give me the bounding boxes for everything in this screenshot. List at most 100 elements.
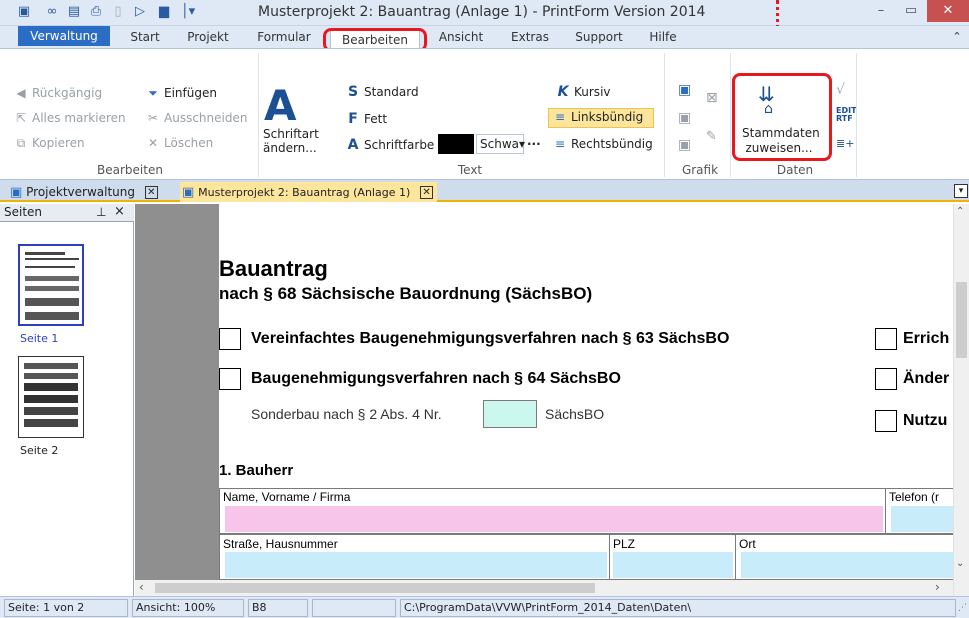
align-right-button[interactable]: ≡ Rechtsbündig bbox=[553, 137, 653, 151]
bold-button[interactable]: F Fett bbox=[346, 111, 387, 127]
saechsbo-label: SächsBO bbox=[545, 406, 605, 422]
title-bar: ▣ ∞ ▤ ⎙ ▯ ▷ ▆ │▾ Musterprojekt 2: Bauant… bbox=[0, 0, 969, 26]
tab-support[interactable]: Support bbox=[568, 26, 630, 48]
copy-button[interactable]: ⧉ Kopieren bbox=[14, 136, 85, 151]
image-icon[interactable]: ▣ bbox=[678, 82, 691, 98]
tab-start[interactable]: Start bbox=[120, 26, 170, 48]
collapse-ribbon-icon[interactable]: ⌃ bbox=[948, 26, 966, 48]
align-left-button[interactable]: ≡ Linksbündig bbox=[553, 110, 643, 124]
ort-input[interactable] bbox=[741, 552, 953, 578]
scroll-down-icon[interactable]: ⌄ bbox=[956, 558, 964, 569]
close-icon[interactable]: ✕ bbox=[927, 0, 969, 22]
street-input[interactable] bbox=[225, 552, 607, 578]
italic-button[interactable]: K Kursiv bbox=[556, 84, 611, 100]
group-label-daten: Daten bbox=[776, 163, 814, 177]
page-label-2[interactable]: Seite 2 bbox=[20, 444, 58, 457]
option-vereinfachtes-verfahren: Vereinfachtes Baugenehmigungsverfahren n… bbox=[251, 330, 730, 347]
checkbox-vereinfachtes-verfahren[interactable] bbox=[219, 328, 241, 350]
form-sheet: Bauantrag nach § 68 Sächsische Bauordnun… bbox=[219, 204, 953, 596]
group-label-text: Text bbox=[457, 163, 483, 177]
resize-grip-icon[interactable]: ⋰ bbox=[958, 603, 967, 613]
checkbox-baugenehmigungsverfahren[interactable] bbox=[219, 368, 241, 390]
vertical-scrollbar[interactable]: ⌃ ⌄ bbox=[953, 204, 969, 596]
plz-input[interactable] bbox=[613, 552, 733, 578]
close-tab-icon[interactable]: ✕ bbox=[144, 186, 158, 199]
group-label-bearbeiten: Bearbeiten bbox=[97, 163, 163, 177]
pages-panel-title: Seiten bbox=[4, 205, 43, 219]
tab-list-dropdown-icon[interactable]: ▾ bbox=[954, 184, 968, 198]
page-thumbnail-1[interactable] bbox=[18, 244, 84, 326]
pin-panel-icon[interactable]: ⊥ bbox=[96, 205, 106, 219]
data-field-icon[interactable]: ≣+ bbox=[836, 137, 854, 150]
phone-input[interactable] bbox=[891, 506, 953, 532]
page-label-1[interactable]: Seite 1 bbox=[20, 332, 58, 345]
tab-hilfe[interactable]: Hilfe bbox=[640, 26, 686, 48]
tab-extras[interactable]: Extras bbox=[502, 26, 558, 48]
close-panel-icon[interactable]: × bbox=[114, 204, 125, 219]
customize-toolbar-icon[interactable]: │▾ bbox=[178, 4, 198, 20]
share-icon[interactable]: ∞ bbox=[44, 4, 60, 20]
scroll-right-icon[interactable]: › bbox=[935, 580, 940, 594]
group-separator bbox=[664, 53, 665, 177]
tab-projekt[interactable]: Projekt bbox=[178, 26, 238, 48]
cut-button[interactable]: ✂ Ausschneiden bbox=[146, 111, 247, 125]
screen-icon[interactable]: ▆ bbox=[156, 4, 172, 20]
image-frame-icon[interactable]: ▣ bbox=[678, 137, 691, 153]
project-icon: ▣ bbox=[10, 185, 23, 200]
checkbox-nutzungsaenderung[interactable] bbox=[875, 410, 897, 432]
tab-ansicht[interactable]: Ansicht bbox=[428, 26, 494, 48]
color-swatch[interactable] bbox=[438, 134, 474, 154]
horizontal-scrollbar[interactable]: ‹ › bbox=[135, 580, 953, 596]
group-separator bbox=[258, 53, 259, 177]
delete-button[interactable]: ✕ Löschen bbox=[146, 136, 213, 150]
tab-formular[interactable]: Formular bbox=[248, 26, 320, 48]
vertical-scroll-thumb[interactable] bbox=[956, 282, 967, 358]
thumb-line bbox=[24, 395, 78, 403]
font-color-select[interactable]: Schwa▾ bbox=[476, 134, 525, 154]
thumb-line bbox=[24, 407, 78, 415]
paste-button[interactable]: ⏷ Einfügen bbox=[146, 86, 217, 101]
maximize-icon[interactable]: ▭ bbox=[896, 0, 926, 22]
name-input[interactable] bbox=[225, 506, 883, 532]
scissors-icon: ✂ bbox=[147, 111, 159, 125]
pin-icon[interactable]: ✎ bbox=[706, 129, 717, 144]
standard-button[interactable]: S Standard bbox=[346, 84, 419, 100]
minimize-icon[interactable]: – bbox=[866, 0, 896, 22]
save-icon[interactable]: ▤ bbox=[66, 4, 82, 20]
thumb-line bbox=[25, 312, 79, 320]
horizontal-scroll-thumb[interactable] bbox=[155, 583, 595, 593]
page-thumbnail-2[interactable] bbox=[18, 356, 84, 438]
italic-k-icon: K bbox=[557, 84, 569, 100]
checkbox-errichtung[interactable] bbox=[875, 328, 897, 350]
group-label-grafik: Grafik bbox=[681, 163, 719, 177]
thumb-line bbox=[25, 298, 79, 306]
status-path: C:\ProgramData\VVW\PrintForm_2014_Daten\… bbox=[400, 599, 956, 617]
project-icon: ▣ bbox=[182, 185, 195, 200]
checkbox-aenderung[interactable] bbox=[875, 368, 897, 390]
close-tab-icon[interactable]: ✕ bbox=[420, 186, 434, 199]
thumb-line bbox=[25, 252, 65, 255]
group-separator bbox=[730, 53, 731, 177]
sonderbau-number-input[interactable] bbox=[483, 400, 537, 428]
font-color-button[interactable]: A Schriftfarbe bbox=[346, 137, 435, 153]
scroll-up-icon[interactable]: ⌃ bbox=[956, 206, 964, 217]
undo-button[interactable]: ◀ Rückgängig bbox=[14, 86, 102, 100]
export-icon[interactable]: ▷ bbox=[132, 4, 148, 20]
change-font-button[interactable]: Schriftart ändern... bbox=[263, 127, 319, 155]
scroll-left-icon[interactable]: ‹ bbox=[139, 580, 144, 594]
remove-image-icon[interactable]: ⊠ bbox=[706, 90, 718, 106]
doc-tab-musterprojekt[interactable]: ▣ Musterprojekt 2: Bauantrag (Anlage 1) … bbox=[180, 182, 438, 202]
status-empty bbox=[312, 599, 396, 617]
thumb-line bbox=[24, 363, 78, 369]
doc-tab-projektverwaltung[interactable]: ▣ Projektverwaltung ✕ bbox=[10, 182, 158, 202]
print-icon[interactable]: ⎙ bbox=[88, 4, 104, 20]
more-colors-button[interactable]: ... bbox=[527, 134, 541, 148]
check-data-icon[interactable]: √ bbox=[836, 82, 845, 98]
new-page-icon[interactable]: ▯ bbox=[110, 4, 126, 20]
edit-rtf-icon[interactable]: EDIT RTF bbox=[836, 107, 857, 123]
image-settings-icon[interactable]: ▣ bbox=[678, 110, 691, 126]
group-separator bbox=[856, 53, 857, 177]
option-aenderung: Änder bbox=[903, 370, 950, 387]
tab-verwaltung[interactable]: Verwaltung bbox=[18, 26, 110, 46]
select-all-button[interactable]: ⇱ Alles markieren bbox=[14, 111, 126, 125]
